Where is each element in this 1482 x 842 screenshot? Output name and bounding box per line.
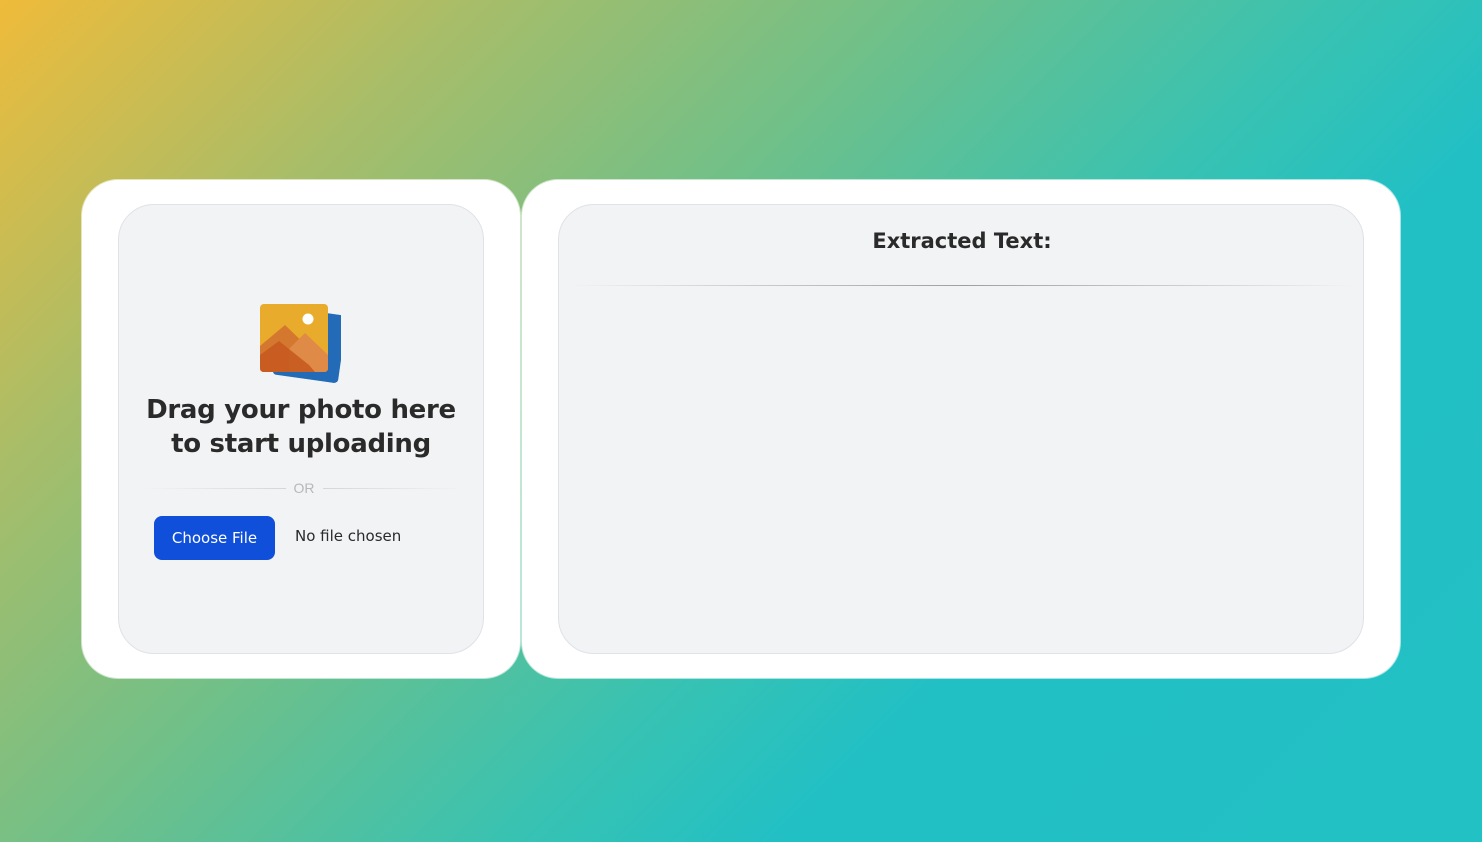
or-label: OR bbox=[293, 480, 315, 496]
file-status-text: No file chosen bbox=[295, 527, 402, 545]
photo-stack-icon bbox=[260, 304, 341, 383]
drop-instructions: Drag your photo here to start uploading bbox=[146, 395, 456, 459]
upload-card: Drag your photo here to start uploading … bbox=[82, 180, 520, 678]
or-divider-line bbox=[322, 487, 463, 489]
upload-dropzone[interactable]: Drag your photo here to start uploading … bbox=[118, 204, 484, 654]
or-divider-line bbox=[145, 487, 286, 489]
extracted-text-output[interactable] bbox=[579, 301, 1345, 631]
title-divider bbox=[569, 285, 1355, 286]
or-divider: OR bbox=[145, 479, 463, 497]
result-card: Extracted Text: bbox=[522, 180, 1400, 678]
choose-file-button[interactable]: Choose File bbox=[154, 516, 275, 560]
result-panel: Extracted Text: bbox=[558, 204, 1364, 654]
extracted-text-title: Extracted Text: bbox=[872, 229, 1052, 253]
